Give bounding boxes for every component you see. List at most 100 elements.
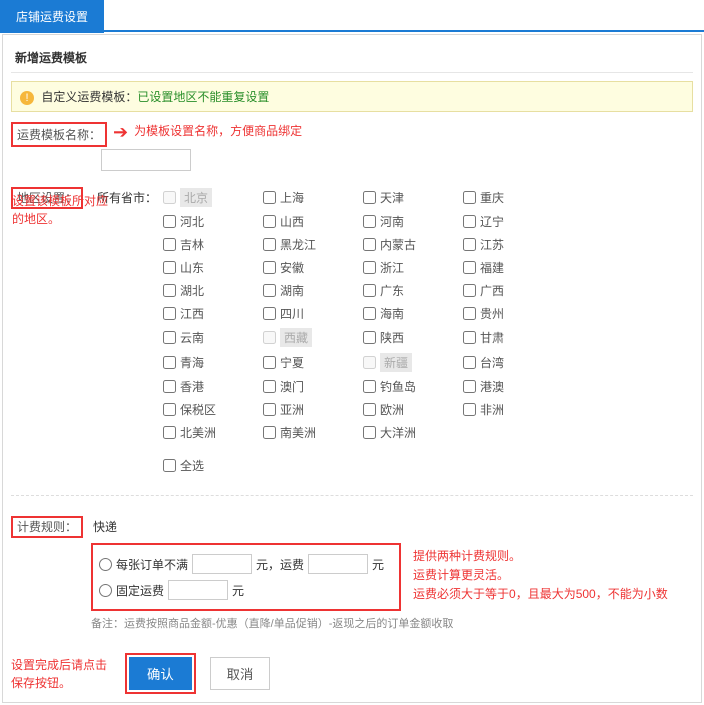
province-上海[interactable]: 上海 — [263, 188, 363, 207]
province-河北[interactable]: 河北 — [163, 213, 263, 230]
province-checkbox[interactable] — [263, 191, 276, 204]
province-checkbox[interactable] — [363, 215, 376, 228]
province-黑龙江[interactable]: 黑龙江 — [263, 236, 363, 253]
province-checkbox[interactable] — [263, 356, 276, 369]
province-checkbox[interactable] — [163, 238, 176, 251]
province-甘肃[interactable]: 甘肃 — [463, 328, 563, 347]
province-checkbox[interactable] — [163, 191, 176, 204]
province-checkbox[interactable] — [463, 215, 476, 228]
province-吉林[interactable]: 吉林 — [163, 236, 263, 253]
province-陕西[interactable]: 陕西 — [363, 328, 463, 347]
province-西藏[interactable]: 西藏 — [263, 328, 363, 347]
province-青海[interactable]: 青海 — [163, 353, 263, 372]
province-辽宁[interactable]: 辽宁 — [463, 213, 563, 230]
province-湖南[interactable]: 湖南 — [263, 282, 363, 299]
province-云南[interactable]: 云南 — [163, 328, 263, 347]
province-checkbox[interactable] — [463, 403, 476, 416]
province-福建[interactable]: 福建 — [463, 259, 563, 276]
province-江苏[interactable]: 江苏 — [463, 236, 563, 253]
province-港澳[interactable]: 港澳 — [463, 378, 563, 395]
province-江西[interactable]: 江西 — [163, 305, 263, 322]
province-checkbox[interactable] — [463, 356, 476, 369]
province-checkbox[interactable] — [463, 307, 476, 320]
province-checkbox[interactable] — [363, 331, 376, 344]
province-checkbox[interactable] — [163, 331, 176, 344]
province-checkbox[interactable] — [263, 284, 276, 297]
province-checkbox[interactable] — [363, 261, 376, 274]
cancel-button[interactable]: 取消 — [210, 657, 271, 690]
rule-radio-1[interactable] — [99, 558, 112, 571]
province-安徽[interactable]: 安徽 — [263, 259, 363, 276]
province-澳门[interactable]: 澳门 — [263, 378, 363, 395]
province-重庆[interactable]: 重庆 — [463, 188, 563, 207]
province-checkbox[interactable] — [363, 426, 376, 439]
tab-shipping[interactable]: 店铺运费设置 — [0, 0, 104, 33]
province-钓鱼岛[interactable]: 钓鱼岛 — [363, 378, 463, 395]
province-保税区[interactable]: 保税区 — [163, 401, 263, 418]
province-checkbox[interactable] — [363, 238, 376, 251]
province-checkbox[interactable] — [163, 356, 176, 369]
province-checkbox[interactable] — [463, 261, 476, 274]
province-checkbox[interactable] — [263, 238, 276, 251]
rule2-fee-input[interactable] — [168, 580, 228, 600]
province-checkbox[interactable] — [463, 284, 476, 297]
province-大洋洲[interactable]: 大洋洲 — [363, 424, 463, 441]
province-checkbox[interactable] — [463, 331, 476, 344]
province-湖北[interactable]: 湖北 — [163, 282, 263, 299]
province-山西[interactable]: 山西 — [263, 213, 363, 230]
province-checkbox[interactable] — [463, 238, 476, 251]
province-checkbox[interactable] — [163, 403, 176, 416]
province-checkbox[interactable] — [263, 261, 276, 274]
province-checkbox[interactable] — [463, 191, 476, 204]
province-河南[interactable]: 河南 — [363, 213, 463, 230]
province-北美洲[interactable]: 北美洲 — [163, 424, 263, 441]
province-贵州[interactable]: 贵州 — [463, 305, 563, 322]
warn-icon: ! — [20, 91, 34, 105]
province-海南[interactable]: 海南 — [363, 305, 463, 322]
province-四川[interactable]: 四川 — [263, 305, 363, 322]
province-广东[interactable]: 广东 — [363, 282, 463, 299]
province-checkbox[interactable] — [363, 356, 376, 369]
select-all[interactable]: 全选 — [163, 457, 263, 474]
province-checkbox[interactable] — [363, 191, 376, 204]
name-tip: 为模板设置名称，方便商品绑定 — [134, 122, 302, 139]
province-香港[interactable]: 香港 — [163, 378, 263, 395]
province-checkbox[interactable] — [163, 261, 176, 274]
rule1-fee-input[interactable] — [308, 554, 368, 574]
province-新疆[interactable]: 新疆 — [363, 353, 463, 372]
province-checkbox[interactable] — [263, 403, 276, 416]
rule-row: 计费规则： 快递 每张订单不满 元，运费 元 固定运费 — [11, 514, 693, 635]
province-checkbox[interactable] — [163, 307, 176, 320]
province-checkbox[interactable] — [363, 380, 376, 393]
province-checkbox[interactable] — [163, 426, 176, 439]
province-checkbox[interactable] — [363, 284, 376, 297]
select-all-checkbox[interactable] — [163, 459, 176, 472]
province-广西[interactable]: 广西 — [463, 282, 563, 299]
province-内蒙古[interactable]: 内蒙古 — [363, 236, 463, 253]
province-欧洲[interactable]: 欧洲 — [363, 401, 463, 418]
province-非洲[interactable]: 非洲 — [463, 401, 563, 418]
province-亚洲[interactable]: 亚洲 — [263, 401, 363, 418]
province-宁夏[interactable]: 宁夏 — [263, 353, 363, 372]
province-checkbox[interactable] — [163, 380, 176, 393]
province-天津[interactable]: 天津 — [363, 188, 463, 207]
template-name-input[interactable] — [101, 149, 191, 171]
confirm-button[interactable]: 确认 — [129, 657, 192, 690]
rule1-threshold-input[interactable] — [192, 554, 252, 574]
province-checkbox[interactable] — [263, 331, 276, 344]
province-checkbox[interactable] — [263, 426, 276, 439]
province-checkbox[interactable] — [463, 380, 476, 393]
province-checkbox[interactable] — [163, 284, 176, 297]
province-checkbox[interactable] — [263, 215, 276, 228]
province-checkbox[interactable] — [263, 380, 276, 393]
province-北京[interactable]: 北京 — [163, 188, 263, 207]
rule-radio-2[interactable] — [99, 584, 112, 597]
province-checkbox[interactable] — [263, 307, 276, 320]
province-南美洲[interactable]: 南美洲 — [263, 424, 363, 441]
province-台湾[interactable]: 台湾 — [463, 353, 563, 372]
province-checkbox[interactable] — [363, 307, 376, 320]
province-浙江[interactable]: 浙江 — [363, 259, 463, 276]
province-checkbox[interactable] — [163, 215, 176, 228]
province-山东[interactable]: 山东 — [163, 259, 263, 276]
province-checkbox[interactable] — [363, 403, 376, 416]
